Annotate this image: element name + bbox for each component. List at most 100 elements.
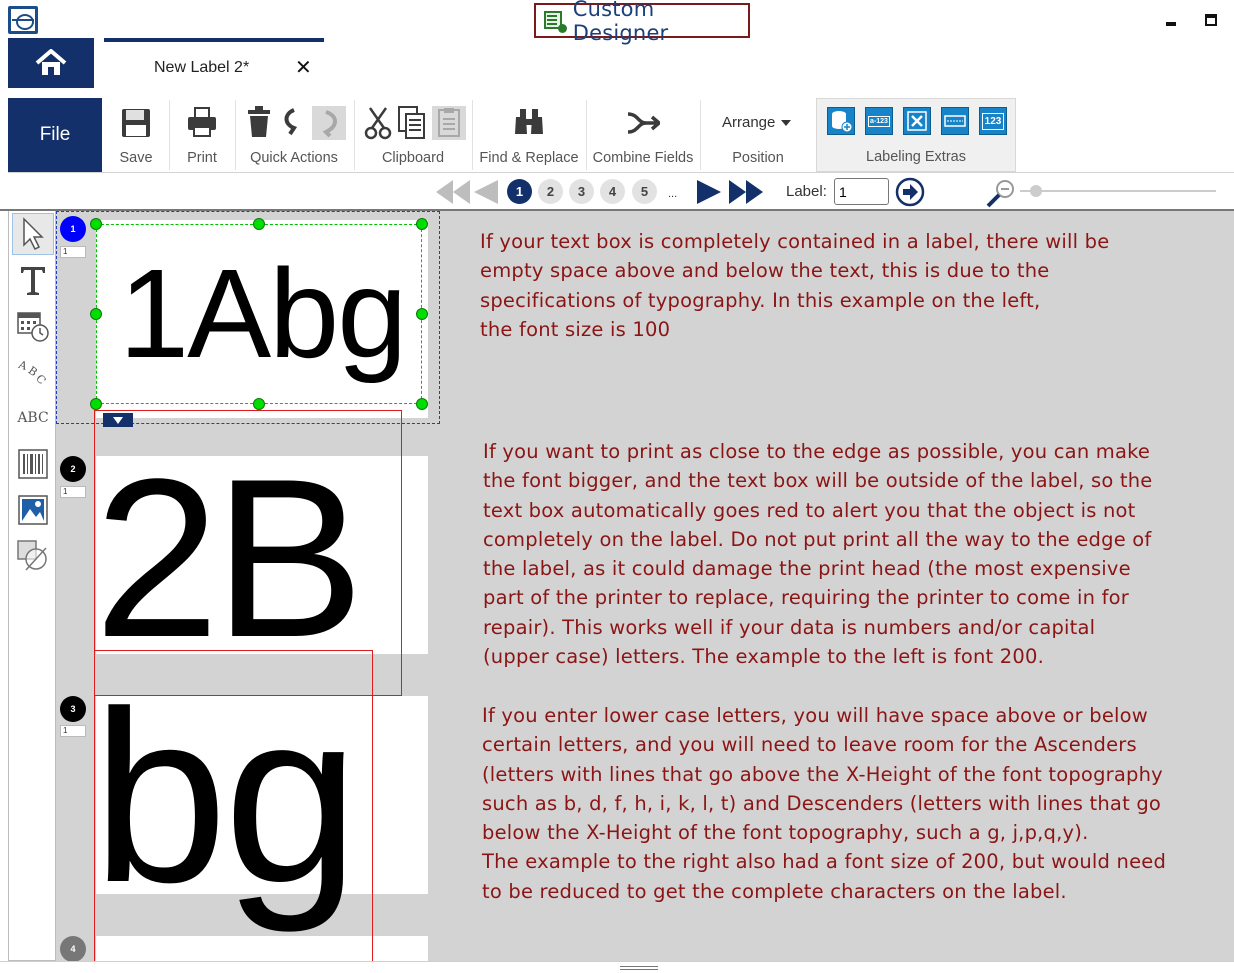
resize-handle[interactable]	[90, 398, 102, 410]
file-button[interactable]: File	[8, 98, 102, 172]
paste-icon[interactable]	[432, 106, 466, 140]
note-line: the font size is 100	[480, 317, 671, 341]
zoom-slider[interactable]	[1020, 183, 1216, 199]
tab-close-icon[interactable]: ✕	[295, 55, 312, 80]
note-line: text box automatically goes red to alert…	[483, 498, 1136, 522]
clipboard-group: Clipboard	[356, 98, 470, 172]
resize-handle[interactable]	[253, 398, 265, 410]
image-tool[interactable]	[12, 489, 54, 531]
resize-handle[interactable]	[253, 218, 265, 230]
select-tool[interactable]	[12, 213, 54, 255]
note-line: If you want to print as close to the edg…	[483, 440, 1151, 463]
image-icon	[18, 495, 48, 525]
undo-icon[interactable]	[282, 108, 302, 136]
note-line: the label, as it could damage the print …	[483, 557, 1131, 581]
arrange-group: Arrange Position	[702, 98, 814, 172]
serial-field-icon[interactable]	[941, 107, 969, 135]
note-font-100: If your text box is completely contained…	[480, 227, 1109, 344]
note-line: If your text box is completely contained…	[480, 230, 1110, 253]
window-title-text: Custom Designer	[572, 0, 669, 45]
clipboard-label: Clipboard	[381, 150, 445, 166]
label-number-input[interactable]	[834, 178, 889, 205]
printer-icon	[188, 107, 216, 137]
ribbon-separator	[700, 100, 701, 170]
arrange-dropdown[interactable]: Arrange	[722, 114, 792, 131]
resize-handle[interactable]	[90, 308, 102, 320]
ribbon-separator	[586, 100, 587, 170]
chevron-down-icon	[781, 119, 792, 126]
home-button[interactable]	[8, 38, 94, 88]
note-line: The example to the right also had a font…	[482, 850, 1167, 874]
quick-actions-group: Quick Actions	[238, 98, 350, 172]
find-replace-button[interactable]: Find & Replace	[475, 98, 583, 172]
label-3-number-badge[interactable]: 3	[60, 696, 86, 722]
print-button[interactable]: Print	[172, 98, 232, 172]
number-field-123-icon[interactable]: 123	[979, 107, 1007, 135]
page-ellipsis: ...	[668, 188, 678, 200]
barcode-tool[interactable]	[12, 443, 54, 485]
binoculars-icon	[515, 109, 543, 134]
note-line: specifications of typography. In this ex…	[480, 288, 1041, 312]
app-logo-icon[interactable]	[8, 6, 38, 34]
ribbon-separator	[354, 100, 355, 170]
next-page-icon[interactable]	[697, 180, 721, 204]
page-2-button[interactable]: 2	[538, 179, 563, 204]
labeling-extras-label: Labeling Extras	[866, 149, 966, 165]
delete-icon[interactable]	[246, 106, 272, 138]
page-1-button[interactable]: 1	[507, 179, 532, 204]
shape-tool[interactable]	[12, 535, 54, 577]
label-4-number-badge[interactable]: 4	[60, 936, 86, 961]
note-line: to be reduced to get the complete charac…	[482, 879, 1067, 903]
label-2-quantity[interactable]: 1	[60, 486, 86, 498]
position-label: Position	[732, 150, 784, 166]
abc-text-tool[interactable]: ABC	[12, 397, 54, 439]
find-replace-label: Find & Replace	[479, 150, 579, 166]
label-3-quantity[interactable]: 1	[60, 725, 86, 737]
zoom-slider-thumb[interactable]	[1030, 185, 1042, 197]
label-2-number-badge[interactable]: 2	[60, 456, 86, 482]
home-icon	[35, 49, 67, 75]
go-to-label-icon[interactable]	[895, 177, 925, 207]
maximize-button[interactable]	[1205, 14, 1217, 26]
page-4-button[interactable]: 4	[600, 179, 625, 204]
curved-text-tool[interactable]: A B C	[12, 351, 54, 393]
resize-handle[interactable]	[416, 218, 428, 230]
resize-handle[interactable]	[416, 398, 428, 410]
design-canvas[interactable]: 1 1 1Abg 2 1 2B 3 1 bg 4 If your text bo…	[56, 211, 1234, 961]
label-1-text-box[interactable]: 1Abg	[96, 224, 422, 404]
first-page-icon[interactable]	[436, 180, 470, 204]
page-3-button[interactable]: 3	[569, 179, 594, 204]
resize-handle[interactable]	[90, 218, 102, 230]
label-1-number-badge[interactable]: 1	[60, 216, 86, 242]
save-label: Save	[119, 150, 153, 166]
number-123-text: 123	[981, 112, 1005, 130]
print-label: Print	[187, 150, 217, 166]
delete-field-icon[interactable]	[903, 107, 931, 135]
label-1-text: 1Abg	[119, 243, 407, 384]
resize-grip[interactable]	[620, 966, 658, 970]
minimize-button[interactable]	[1164, 10, 1178, 30]
database-add-icon[interactable]	[827, 107, 855, 135]
resize-handle[interactable]	[416, 308, 428, 320]
note-line: below the X-Height of the font topograph…	[482, 821, 1089, 845]
text-tool[interactable]	[12, 259, 54, 301]
redo-icon[interactable]	[312, 106, 346, 140]
combine-fields-button[interactable]: Combine Fields	[588, 98, 698, 172]
date-time-tool[interactable]	[12, 305, 54, 347]
curved-text-icon: A B C	[16, 358, 49, 387]
toolbox: A B C ABC	[8, 211, 56, 961]
label-1-quantity[interactable]: 1	[60, 246, 86, 258]
page-5-button[interactable]: 5	[632, 179, 657, 204]
barcode-icon	[18, 449, 48, 479]
label-3-overflow-box[interactable]	[94, 650, 373, 961]
text-field-a-123-icon[interactable]: a-123	[865, 107, 893, 135]
previous-page-icon[interactable]	[474, 180, 498, 204]
cut-icon[interactable]	[364, 106, 392, 140]
quick-actions-label: Quick Actions	[250, 150, 338, 166]
zoom-out-icon[interactable]	[985, 178, 1017, 208]
tab-new-label-2[interactable]: New Label 2* ✕	[104, 38, 324, 88]
save-button[interactable]: Save	[106, 98, 166, 172]
last-page-icon[interactable]	[729, 180, 763, 204]
copy-icon[interactable]	[398, 106, 426, 140]
note-line: certain letters, and you will need to le…	[482, 733, 1137, 757]
